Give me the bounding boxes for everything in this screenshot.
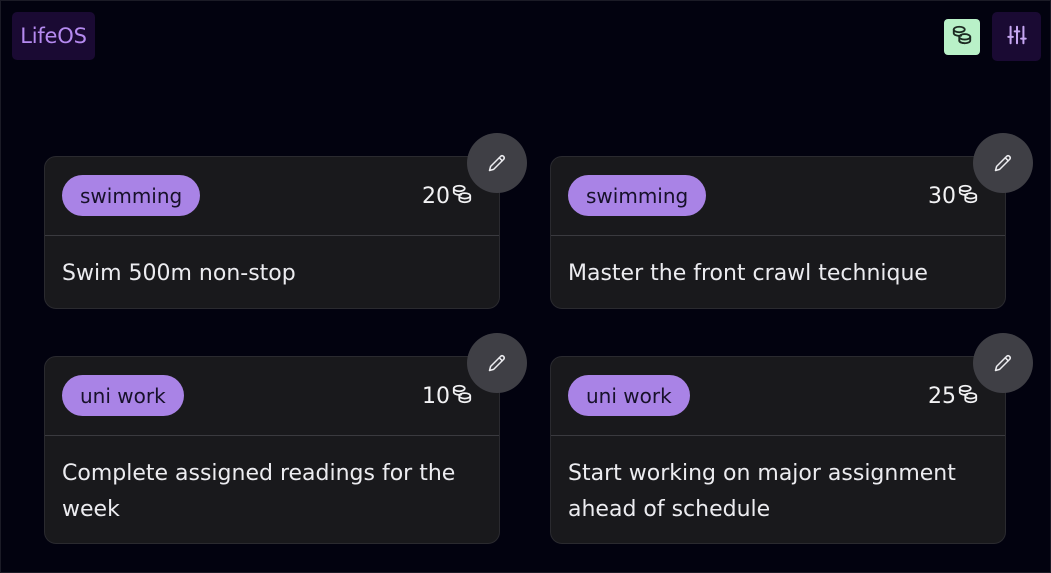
goal-card-header: swimming 20 bbox=[45, 157, 499, 236]
goal-card[interactable]: uni work 10 Complete assigned readings f… bbox=[44, 356, 500, 544]
pencil-icon bbox=[488, 355, 505, 372]
goal-card-header: uni work 10 bbox=[45, 357, 499, 436]
edit-goal-button[interactable] bbox=[467, 133, 527, 193]
goal-card-header: uni work 25 bbox=[551, 357, 1005, 436]
points-number: 25 bbox=[928, 383, 956, 409]
points-value: 20 bbox=[422, 183, 473, 209]
goal-card[interactable]: swimming 30 Master the front crawl techn… bbox=[550, 156, 1006, 309]
category-tag[interactable]: uni work bbox=[568, 375, 690, 416]
app-logo-text: LifeOS bbox=[20, 24, 87, 48]
sliders-icon bbox=[1006, 24, 1028, 50]
category-tag[interactable]: swimming bbox=[568, 175, 707, 216]
coins-icon bbox=[951, 24, 973, 50]
points-value: 30 bbox=[928, 183, 979, 209]
pencil-icon bbox=[994, 355, 1011, 372]
coins-icon bbox=[452, 184, 472, 204]
goal-title: Swim 500m non-stop bbox=[62, 261, 296, 286]
pencil-icon bbox=[488, 155, 505, 172]
coins-button[interactable] bbox=[944, 19, 980, 55]
pencil-icon bbox=[994, 155, 1011, 172]
points-number: 30 bbox=[928, 183, 956, 209]
goal-card-header: swimming 30 bbox=[551, 157, 1005, 236]
goal-card[interactable]: uni work 25 Start working on major assig… bbox=[550, 356, 1006, 544]
coins-icon bbox=[958, 184, 978, 204]
edit-goal-button[interactable] bbox=[973, 133, 1033, 193]
settings-button[interactable] bbox=[992, 12, 1041, 61]
points-number: 20 bbox=[422, 183, 450, 209]
goal-title: Start working on major assignment ahead … bbox=[568, 461, 956, 522]
goal-title: Complete assigned readings for the week bbox=[62, 461, 456, 522]
edit-goal-button[interactable] bbox=[467, 333, 527, 393]
category-tag[interactable]: uni work bbox=[62, 375, 184, 416]
points-value: 10 bbox=[422, 383, 473, 409]
coins-icon bbox=[958, 384, 978, 404]
category-tag[interactable]: swimming bbox=[62, 175, 201, 216]
points-value: 25 bbox=[928, 383, 979, 409]
goal-card[interactable]: swimming 20 Swim 500m non-stop bbox=[44, 156, 500, 309]
coins-icon bbox=[452, 384, 472, 404]
goal-title: Master the front crawl technique bbox=[568, 261, 928, 286]
app-logo[interactable]: LifeOS bbox=[12, 12, 95, 60]
points-number: 10 bbox=[422, 383, 450, 409]
edit-goal-button[interactable] bbox=[973, 333, 1033, 393]
